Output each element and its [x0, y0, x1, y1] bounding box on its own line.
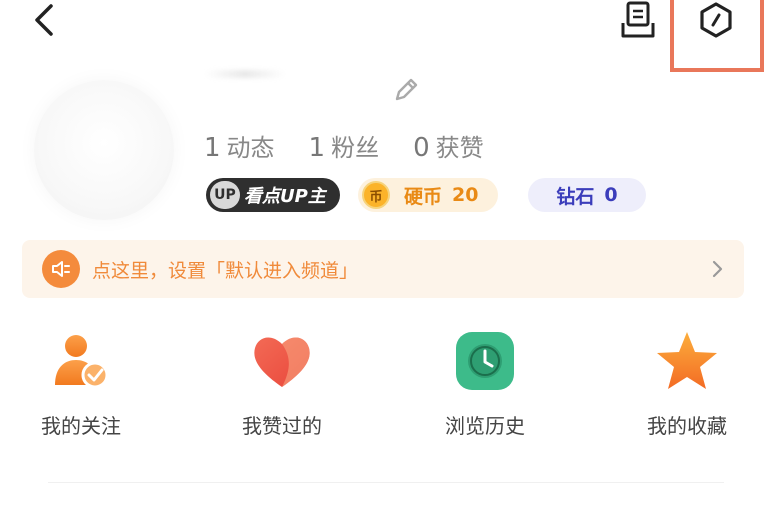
stat-label: 获赞 [435, 134, 484, 162]
clock-icon [450, 326, 520, 396]
shortcut-label: 我的关注 [41, 414, 121, 438]
stat-likes[interactable]: 0 获赞 [413, 128, 484, 163]
star-icon [652, 326, 722, 396]
profile-stats: 1 动态 1 粉丝 0 获赞 [204, 128, 484, 163]
coin-badge[interactable]: 币 硬币 20 [358, 178, 498, 212]
heart-icon [247, 326, 317, 396]
coin-value: 20 [452, 184, 479, 206]
stat-value: 1 [204, 133, 221, 163]
coin-icon: 币 [362, 181, 390, 209]
stat-label: 动态 [226, 134, 275, 162]
stat-value: 1 [308, 133, 326, 163]
coin-label: 硬币 [404, 185, 443, 208]
diamond-value: 0 [604, 184, 618, 206]
up-mark: UP [210, 181, 240, 209]
up-creator-badge[interactable]: UP 看点UP主 [206, 178, 340, 212]
edit-profile-button[interactable] [386, 70, 426, 110]
diamond-badge[interactable]: 钻石 0 [528, 178, 646, 212]
shortcut-label: 浏览历史 [445, 414, 525, 438]
highlight-box [670, 0, 764, 72]
shortcut-liked[interactable]: 我赞过的 [207, 326, 357, 446]
default-channel-notice[interactable]: 点这里，设置「默认进入频道」 [22, 240, 744, 298]
chevron-left-icon [35, 4, 53, 36]
divider [48, 482, 724, 483]
notice-text: 点这里，设置「默认进入频道」 [92, 259, 359, 282]
stat-label: 粉丝 [331, 134, 380, 162]
stat-fans[interactable]: 1 粉丝 [309, 128, 380, 163]
back-button[interactable] [22, 0, 66, 40]
shortcut-favorites[interactable]: 我的收藏 [612, 326, 762, 446]
pencil-icon [395, 78, 418, 101]
speaker-icon [42, 250, 80, 288]
shortcut-label: 我的收藏 [647, 414, 727, 438]
shortcut-label: 我赞过的 [242, 414, 322, 438]
document-tray-icon [621, 1, 655, 38]
chevron-right-icon [710, 259, 724, 279]
username-placeholder [205, 70, 285, 78]
stat-value: 0 [413, 133, 430, 163]
shortcut-my-follows[interactable]: 我的关注 [6, 326, 156, 446]
shortcut-history[interactable]: 浏览历史 [410, 326, 560, 446]
stat-posts[interactable]: 1 动态 [204, 128, 275, 163]
diamond-label: 钻石 [556, 185, 595, 208]
up-badge-label: 看点UP主 [244, 186, 326, 207]
person-check-icon [46, 326, 116, 396]
document-button[interactable] [612, 0, 664, 40]
avatar[interactable] [34, 80, 174, 220]
